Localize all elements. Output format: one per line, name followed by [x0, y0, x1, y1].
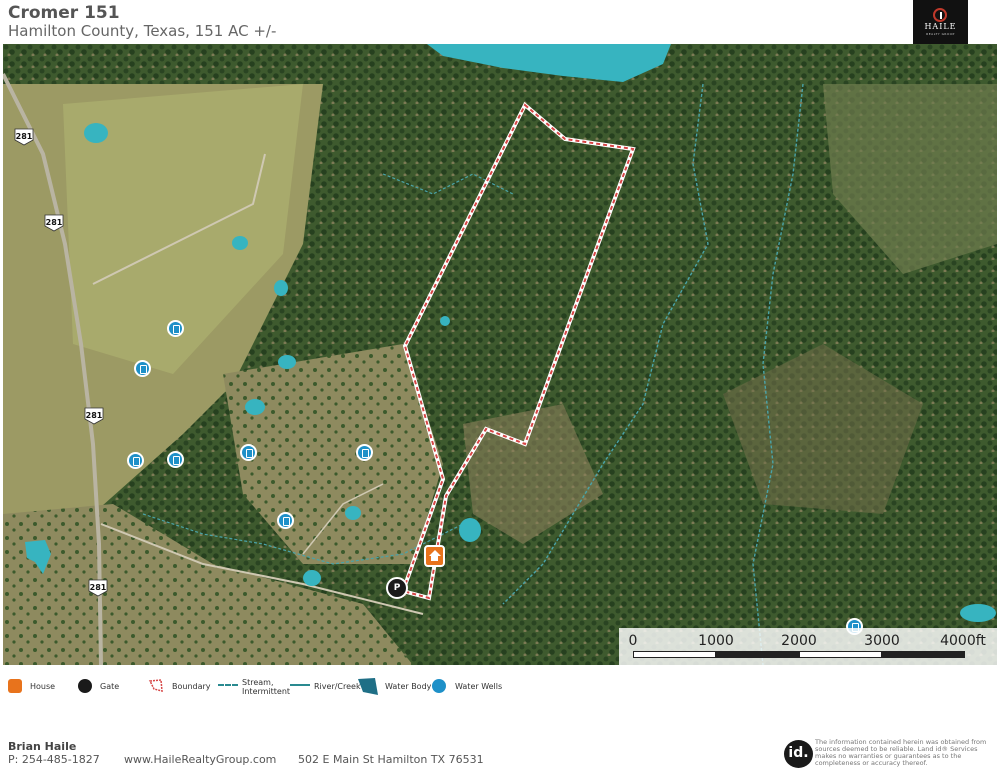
scale-segment — [633, 651, 716, 658]
disclaimer-text: The information contained herein was obt… — [815, 738, 987, 767]
land-id-logo[interactable]: id. — [784, 740, 813, 768]
legend-house-label: House — [30, 682, 56, 691]
gate-icon[interactable]: P — [386, 577, 408, 599]
gate-legend-icon — [78, 679, 92, 693]
water-body-legend-icon — [358, 678, 378, 695]
page-subtitle: Hamilton County, Texas, 151 AC +/- — [8, 22, 277, 40]
scale-label-2000: 2000 — [781, 633, 817, 649]
house-icon[interactable] — [424, 545, 445, 567]
scale-segment — [799, 651, 882, 658]
house-legend-icon — [8, 679, 22, 693]
agent-phone[interactable]: P: 254-485-1827 — [8, 753, 100, 766]
water-well-icon[interactable] — [240, 444, 257, 461]
stream-legend-icon — [218, 684, 238, 686]
water-well-icon[interactable] — [356, 444, 373, 461]
logo-name: HAILE — [924, 22, 957, 31]
water-well-icon[interactable] — [127, 452, 144, 469]
highway-label: 281 — [16, 132, 33, 141]
scale-label-3000: 3000 — [864, 633, 900, 649]
scale-segment — [882, 651, 965, 658]
legend-water-body-label: Water Body — [385, 682, 432, 691]
logo-mark-icon — [933, 8, 947, 22]
water-well-icon[interactable] — [167, 451, 184, 468]
water-well-icon[interactable] — [277, 512, 294, 529]
highway-label: 281 — [90, 583, 107, 592]
aerial-map[interactable]: 281 281 281 281 P 0 1000 2000 3000 4000f… — [3, 44, 997, 665]
boundary-legend-icon — [148, 679, 163, 692]
page-title: Cromer 151 — [8, 3, 120, 23]
water-well-legend-icon — [432, 679, 446, 693]
scale-label-4000: 4000ft — [940, 633, 986, 649]
legend-stream-label-2: Intermittent — [242, 687, 291, 696]
river-legend-icon — [290, 684, 310, 686]
legend-river-label: River/Creek — [314, 682, 361, 691]
scale-label-1000: 1000 — [698, 633, 734, 649]
haile-logo[interactable]: HAILE REALTY GROUP — [913, 0, 968, 44]
legend-boundary-label: Boundary — [172, 682, 211, 691]
legend-stream-label-1: Stream, — [242, 678, 274, 687]
legend-water-wells-label: Water Wells — [455, 682, 503, 691]
water-well-icon[interactable] — [134, 360, 151, 377]
logo-subtext: REALTY GROUP — [926, 32, 955, 36]
terrain-layer: 281 281 281 281 — [3, 44, 997, 665]
agent-name: Brian Haile — [8, 740, 77, 753]
legend-gate-label: Gate — [100, 682, 120, 691]
office-address: 502 E Main St Hamilton TX 76531 — [298, 753, 484, 766]
water-well-icon[interactable] — [167, 320, 184, 337]
highway-label: 281 — [86, 411, 103, 420]
scale-segment — [716, 651, 799, 658]
scale-label-0: 0 — [628, 633, 638, 649]
highway-label: 281 — [46, 218, 63, 227]
map-legend: House Gate Boundary Stream, Intermittent… — [0, 676, 1000, 700]
website-link[interactable]: www.HaileRealtyGroup.com — [124, 753, 276, 766]
scale-bar: 0 1000 2000 3000 4000ft — [619, 628, 997, 665]
